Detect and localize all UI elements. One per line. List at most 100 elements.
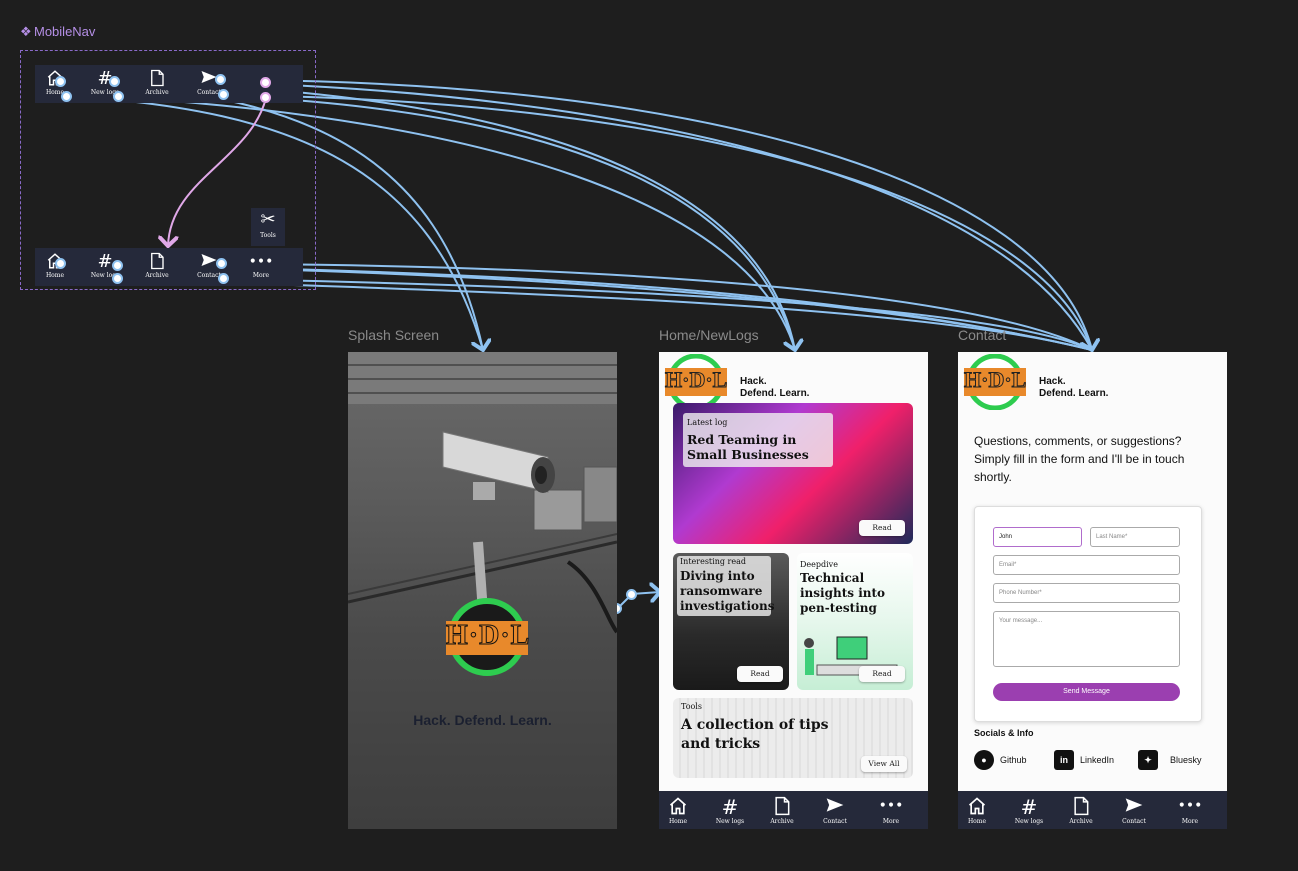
nav-home-label: Home	[668, 818, 688, 825]
brand-tagline: Hack. Defend. Learn.	[1039, 376, 1108, 400]
wire-handle[interactable]	[218, 273, 229, 284]
linkedin-label: LinkedIn	[1080, 755, 1115, 765]
nav-archive-label: Archive	[770, 818, 794, 825]
interesting-kicker: Interesting read	[680, 557, 746, 566]
latest-log-card[interactable]: Latest log Red Teaming in Small Business…	[673, 403, 913, 544]
splash-tagline: Hack. Defend. Learn.	[413, 712, 552, 728]
brand-line-1: Hack.	[1039, 376, 1066, 387]
brand-line-2: Defend. Learn.	[740, 388, 810, 399]
document-icon	[137, 69, 177, 89]
last-name-field[interactable]: Last Name*	[1090, 527, 1180, 547]
send-message-button[interactable]: Send Message	[993, 683, 1180, 701]
bluesky-icon: ✦	[1138, 750, 1158, 770]
nav-archive[interactable]: Archive	[137, 252, 177, 279]
nav-home[interactable]: Home	[958, 796, 1002, 825]
nav-new-logs[interactable]: # New logs	[1004, 796, 1054, 825]
nav-archive[interactable]: Archive	[1056, 796, 1106, 825]
nav-archive[interactable]: Archive	[137, 69, 177, 96]
tools-card[interactable]: Tools A collection of tips and tricks Vi…	[673, 698, 913, 778]
interesting-read-button[interactable]: Read	[737, 666, 783, 682]
bottom-nav[interactable]: Home # New logs Archive Contact ••• More	[659, 791, 928, 829]
frame-label-splash[interactable]: Splash Screen	[348, 327, 439, 343]
deepdive-title: Technical insights into pen-testing	[800, 571, 886, 615]
nav-contact[interactable]: Contact	[1109, 796, 1159, 825]
deepdive-kicker: Deepdive	[800, 560, 838, 569]
nav-home-label: Home	[45, 272, 65, 279]
component-name: MobileNav	[34, 24, 96, 39]
wire-handle[interactable]	[216, 258, 227, 269]
first-name-field[interactable]: John	[993, 527, 1082, 547]
interesting-read-card[interactable]: Interesting read Diving into ransomware …	[673, 553, 789, 690]
contact-frame[interactable]: H·D·L Hack. Defend. Learn. Questions, co…	[958, 352, 1227, 829]
linkedin-link[interactable]: in LinkedIn	[1054, 750, 1114, 770]
brand-logo: H·D·L	[661, 353, 731, 411]
bottom-nav[interactable]: Home # New logs Archive Contact ••• More	[958, 791, 1227, 829]
nav-archive-label: Archive	[145, 272, 169, 279]
contact-form[interactable]: John Last Name* Email* Phone Number* You…	[974, 506, 1202, 722]
wire-handle[interactable]	[112, 260, 123, 271]
wire-handle[interactable]	[112, 273, 123, 284]
logo-text: H·D·L	[964, 367, 1027, 393]
hdl-logo: H·D·L	[438, 597, 536, 677]
wire-handle[interactable]	[626, 589, 637, 600]
nav-more[interactable]: ••• More	[866, 796, 916, 825]
linkedin-icon: in	[1054, 750, 1074, 770]
nav-contact-label: Contact	[823, 818, 847, 825]
tools-kicker: Tools	[681, 702, 703, 711]
nav-more[interactable]: ••• More	[1165, 796, 1215, 825]
interesting-title: Diving into ransomware investigations	[680, 569, 775, 613]
nav-archive[interactable]: Archive	[757, 796, 807, 825]
latest-read-button[interactable]: Read	[859, 520, 905, 536]
frame-label-contact[interactable]: Contact	[958, 327, 1006, 343]
hash-icon: #	[1020, 795, 1038, 819]
more-icon: •••	[248, 254, 274, 270]
home-newlogs-frame[interactable]: H·D·L Hack. Defend. Learn. Latest log Re…	[659, 352, 928, 829]
contact-intro-text: Questions, comments, or suggestions? Sim…	[974, 434, 1185, 484]
document-icon	[757, 796, 807, 818]
nav-archive-label: Archive	[145, 89, 169, 96]
bluesky-link[interactable]: ✦ Bluesky	[1138, 750, 1202, 770]
tools-title: A collection of tips and tricks	[681, 717, 829, 752]
email-field[interactable]: Email*	[993, 555, 1180, 575]
wire-handle[interactable]	[61, 91, 72, 102]
wire-handle[interactable]	[260, 77, 271, 88]
more-icon: •••	[1177, 798, 1203, 814]
wire-handle[interactable]	[218, 89, 229, 100]
phone-field[interactable]: Phone Number*	[993, 583, 1180, 603]
github-link[interactable]: ● Github	[974, 750, 1027, 770]
nav-contact[interactable]: Contact	[810, 796, 860, 825]
github-label: Github	[1000, 755, 1027, 765]
document-icon	[1056, 796, 1106, 818]
message-field[interactable]: Your message...	[993, 611, 1180, 667]
splash-screen-frame[interactable]: H·D·L Hack. Defend. Learn.	[348, 352, 617, 829]
nav-home[interactable]: Home	[659, 796, 703, 825]
frame-label-home[interactable]: Home/NewLogs	[659, 327, 759, 343]
nav-more-label: More	[1181, 818, 1199, 825]
wire-handle[interactable]	[109, 76, 120, 87]
wire-handle[interactable]	[55, 76, 66, 87]
tools-label: Tools	[260, 232, 276, 239]
socials-heading: Socials & Info	[974, 728, 1034, 738]
brand-logo: H·D·L	[960, 353, 1030, 411]
deepdive-read-button[interactable]: Read	[859, 666, 905, 682]
nav-more[interactable]: ••• More	[241, 252, 281, 279]
send-icon	[1109, 796, 1159, 818]
tools-view-all-button[interactable]: View All	[861, 756, 907, 772]
wire-handle[interactable]	[260, 92, 271, 103]
wire-handle[interactable]	[55, 258, 66, 269]
wire-handle[interactable]	[215, 74, 226, 85]
send-icon	[810, 796, 860, 818]
brand-line-2: Defend. Learn.	[1039, 388, 1109, 399]
deepdive-card[interactable]: Deepdive Technical insights into pen-tes…	[797, 553, 913, 690]
nav-new-logs[interactable]: # New logs	[705, 796, 755, 825]
bluesky-label: Bluesky	[1170, 755, 1202, 765]
nav-new-logs-label: New logs	[715, 818, 745, 825]
mobile-nav-more-open[interactable]: Home # New logs Archive Contact ••• More	[35, 248, 303, 286]
tools-popup[interactable]: ✂ Tools	[251, 208, 285, 246]
mobile-nav-variant-set[interactable]: Home # New logs Archive Contact ✂ Tools H…	[20, 50, 316, 290]
nav-new-logs-label: New logs	[1014, 818, 1044, 825]
github-icon: ●	[974, 750, 994, 770]
wire-handle[interactable]	[113, 91, 124, 102]
document-icon	[137, 252, 177, 272]
home-icon	[958, 796, 1002, 818]
